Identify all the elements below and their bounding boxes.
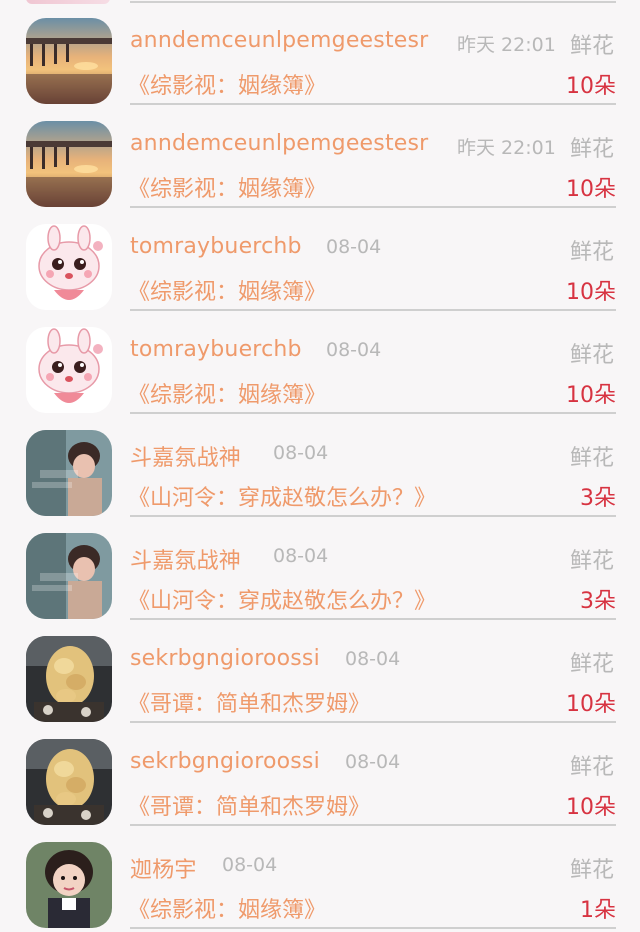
braided-hair-avatar[interactable] [26,739,112,825]
book-title[interactable]: 《综影视：姻缘簿》 [128,171,326,203]
gift-count: 10朵 [566,177,616,202]
gift-time: 08-04 [326,236,382,258]
gift-count: 10朵 [566,280,616,305]
gift-record-row[interactable]: tomraybuerchb 08-04 鲜花 《综影视：姻缘簿》 10朵 [0,206,640,311]
gift-time: 08-04 [222,854,278,876]
user-name[interactable]: anndemceunlpemgeestesr [130,28,428,53]
cartoon-rabbit-avatar[interactable] [26,327,112,413]
gift-count: 1朵 [580,898,616,923]
gift-record-row[interactable]: 斗嘉氛战神 08-04 鲜花 《山河令：穿成赵敬怎么办？》 3朵 [0,412,640,517]
row-divider [130,927,616,929]
gift-record-row[interactable]: sekrbgngioroossi 08-04 鲜花 《哥谭：简单和杰罗姆》 10… [0,618,640,723]
gift-time: 08-04 [273,442,329,464]
gift-time: 08-04 [345,648,401,670]
user-name[interactable]: 斗嘉氛战神 [130,543,241,575]
user-name[interactable]: anndemceunlpemgeestesr [130,131,428,156]
little-girl-avatar[interactable] [26,842,112,928]
sunset-pier-avatar[interactable] [26,121,112,207]
gift-record-row[interactable]: 迦杨宇 08-04 鲜花 《综影视：姻缘簿》 1朵 [0,824,640,929]
cartoon-rabbit-avatar[interactable] [26,224,112,310]
gift-type: 鲜花 [569,446,614,471]
book-title[interactable]: 《综影视：姻缘簿》 [128,892,326,924]
sunset-pier-avatar[interactable] [26,18,112,104]
gift-type: 鲜花 [569,755,614,780]
book-title[interactable]: 《哥谭：简单和杰罗姆》 [128,686,370,718]
book-title[interactable]: 《综影视：姻缘簿》 [128,274,326,306]
gift-time: 昨天 22:01 [457,34,556,56]
user-name[interactable]: 斗嘉氛战神 [130,440,241,472]
gift-count: 10朵 [566,795,616,820]
gift-type: 鲜花 [569,34,614,59]
child-photo-avatar[interactable] [26,533,112,619]
user-name[interactable]: sekrbgngioroossi [130,749,320,774]
book-title[interactable]: 《山河令：穿成赵敬怎么办？》 [128,480,436,512]
gift-type: 鲜花 [569,137,614,162]
book-title[interactable]: 《山河令：穿成赵敬怎么办？》 [128,583,436,615]
gift-record-row[interactable]: tomraybuerchb 08-04 鲜花 《综影视：姻缘簿》 10朵 [0,309,640,414]
book-title[interactable]: 《哥谭：简单和杰罗姆》 [128,789,370,821]
gift-time: 08-04 [345,751,401,773]
gift-record-row[interactable]: anndemceunlpemgeestesr 昨天 22:01 鲜花 《综影视：… [0,103,640,208]
user-name[interactable]: tomraybuerchb [130,234,302,259]
gift-count: 3朵 [580,486,616,511]
gift-time: 昨天 22:01 [457,137,556,159]
user-name[interactable]: tomraybuerchb [130,337,302,362]
book-title[interactable]: 《综影视：姻缘簿》 [128,68,326,100]
child-photo-avatar[interactable] [26,430,112,516]
gift-time: 08-04 [273,545,329,567]
gift-type: 鲜花 [569,652,614,677]
gift-count: 10朵 [566,74,616,99]
user-name[interactable]: sekrbgngioroossi [130,646,320,671]
book-title[interactable]: 《综影视：姻缘簿》 [128,377,326,409]
gift-count: 3朵 [580,589,616,614]
gift-type: 鲜花 [569,858,614,883]
gift-type: 鲜花 [569,240,614,265]
gift-time: 08-04 [326,339,382,361]
gift-type: 鲜花 [569,343,614,368]
gift-count: 10朵 [566,383,616,408]
gift-type: 鲜花 [569,549,614,574]
gift-record-row[interactable]: sekrbgngioroossi 08-04 鲜花 《哥谭：简单和杰罗姆》 10… [0,721,640,826]
gift-record-row[interactable]: anndemceunlpemgeestesr 昨天 22:01 鲜花 《综影视：… [0,0,640,105]
user-name[interactable]: 迦杨宇 [130,852,197,884]
gift-record-row[interactable]: 斗嘉氛战神 08-04 鲜花 《山河令：穿成赵敬怎么办？》 3朵 [0,515,640,620]
gift-count: 10朵 [566,692,616,717]
braided-hair-avatar[interactable] [26,636,112,722]
